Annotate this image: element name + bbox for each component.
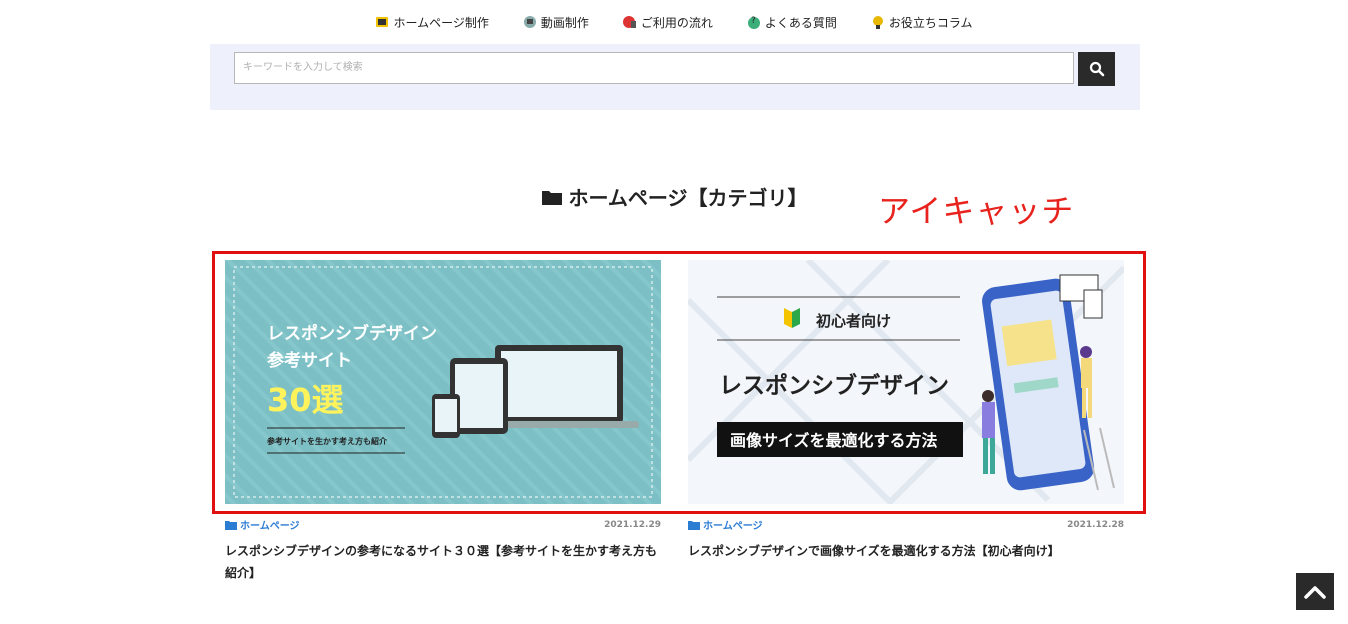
post-date: 2021.12.28 <box>1067 519 1124 530</box>
page-title: ホームページ【カテゴリ】 <box>568 186 808 210</box>
post-category[interactable]: ホームページ <box>688 517 763 532</box>
post-title[interactable]: レスポンシブデザインで画像サイズを最適化する方法【初心者向け】 <box>688 540 1124 562</box>
folder-icon <box>541 190 562 205</box>
nav-item-homepage[interactable]: ホームページ制作 <box>375 14 489 31</box>
nav-item-flow[interactable]: ご利用の流れ <box>622 14 713 31</box>
devices-illustration <box>432 345 639 438</box>
category-heading: ホームページ【カテゴリ】 <box>0 182 1348 211</box>
top-navigation: ホームページ制作 動画制作 ご利用の流れ ? よくある質問 お役立ちコラム <box>0 0 1348 44</box>
thumb-text: 画像サイズを最適化する方法 <box>730 431 938 450</box>
thumb-text: レスポンシブデザイン <box>719 372 949 399</box>
post-thumbnail[interactable]: 初心者向け レスポンシブデザイン 画像サイズを最適化する方法 <box>688 260 1124 504</box>
nav-item-faq[interactable]: ? よくある質問 <box>747 14 837 31</box>
flow-icon <box>622 16 636 28</box>
back-to-top-button[interactable] <box>1296 573 1334 610</box>
folder-icon <box>225 520 237 530</box>
nav-label: お役立ちコラム <box>888 15 973 30</box>
post-category-label: ホームページ <box>240 521 300 532</box>
post-thumbnail[interactable]: レスポンシブデザイン 参考サイト 30選 参考サイトを生かす考え方も紹介 <box>225 260 661 504</box>
nav-label: 動画制作 <box>540 15 589 30</box>
post-category-label: ホームページ <box>703 521 763 532</box>
faq-icon: ? <box>747 16 760 29</box>
thumb-text: 参考サイトを生かす考え方も紹介 <box>266 436 388 446</box>
homepage-icon <box>376 17 389 27</box>
svg-text:?: ? <box>751 16 756 26</box>
search-button[interactable] <box>1078 52 1115 86</box>
post-category[interactable]: ホームページ <box>225 517 300 532</box>
annotation-label: アイキャッチ <box>878 192 1075 230</box>
folder-icon <box>688 520 700 530</box>
nav-item-column[interactable]: お役立ちコラム <box>871 14 973 31</box>
column-icon <box>872 16 883 29</box>
post-card[interactable]: 初心者向け レスポンシブデザイン 画像サイズを最適化する方法 ホームページ 20… <box>688 260 1124 562</box>
nav-label: ご利用の流れ <box>640 15 713 30</box>
nav-item-video[interactable]: 動画制作 <box>523 14 589 31</box>
chevron-up-icon <box>1304 585 1326 599</box>
search-input[interactable] <box>234 52 1074 84</box>
thumb-text: 30選 <box>267 381 344 419</box>
post-title[interactable]: レスポンシブデザインの参考になるサイト３０選【参考サイトを生かす考え方も紹介】 <box>225 540 661 584</box>
video-icon <box>523 16 536 28</box>
search-area <box>210 44 1140 110</box>
thumb-text: レスポンシブデザイン <box>267 323 437 344</box>
search-icon <box>1089 61 1104 77</box>
nav-label: ホームページ制作 <box>393 15 489 30</box>
post-date: 2021.12.29 <box>604 519 661 530</box>
thumb-text: 初心者向け <box>816 312 891 330</box>
thumb-text: 参考サイト <box>267 350 352 371</box>
post-card[interactable]: レスポンシブデザイン 参考サイト 30選 参考サイトを生かす考え方も紹介 ホーム… <box>225 260 661 584</box>
nav-label: よくある質問 <box>764 15 837 30</box>
